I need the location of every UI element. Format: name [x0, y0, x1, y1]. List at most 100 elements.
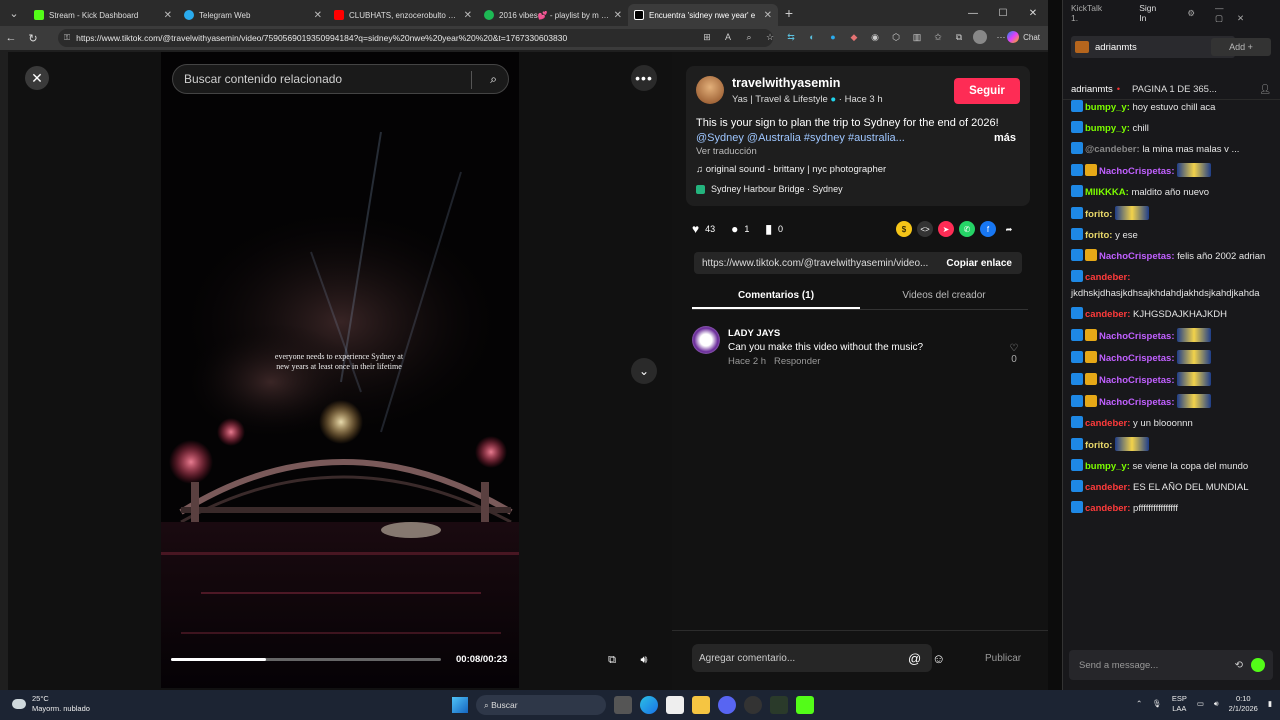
minimize-icon[interactable]: — — [958, 0, 988, 26]
favorites-bar-icon[interactable]: ✩ — [931, 30, 945, 44]
search-icon[interactable]: ⌕ — [490, 72, 497, 87]
more-icon[interactable]: ⋯ — [994, 30, 1008, 44]
close-icon[interactable]: ✕ — [164, 10, 172, 21]
chat-username[interactable]: @candeber: — [1085, 144, 1140, 155]
tab-telegram[interactable]: Telegram Web ✕ — [178, 4, 328, 26]
share-icon[interactable]: ➦ — [1001, 221, 1017, 237]
chat-username[interactable]: candeber: — [1085, 503, 1130, 514]
tab-list-button[interactable]: ⌄ — [0, 0, 28, 26]
copilot-chat-button[interactable]: Chat — [1007, 31, 1040, 43]
floating-player-icon[interactable]: ⧉ — [602, 650, 622, 670]
chat-username[interactable]: candeber: — [1085, 482, 1130, 493]
clock[interactable]: 0:10 2/1/2026 — [1229, 694, 1258, 714]
sign-in-button[interactable]: Sign In — [1139, 3, 1165, 23]
extension-icon[interactable]: ◉ — [868, 30, 882, 44]
chat-username[interactable]: NachoCrispetas: — [1099, 397, 1175, 408]
tab-kick[interactable]: Stream - Kick Dashboard ✕ — [28, 4, 178, 26]
url-field[interactable]: ⚿ https://www.tiktok.com/@travelwithyasem… — [58, 29, 773, 47]
extensions-icon[interactable]: ⬡ — [889, 30, 903, 44]
chat-username[interactable]: bumpy_y: — [1085, 461, 1130, 472]
related-search-input[interactable]: Buscar contenido relacionado ⌕ — [172, 64, 509, 94]
add-channel-button[interactable]: Add + — [1211, 38, 1271, 56]
like-button[interactable]: ♥ 43 — [692, 222, 715, 236]
chat-username[interactable]: candeber: — [1085, 272, 1130, 283]
back-icon[interactable]: ← — [0, 32, 22, 44]
window-controls[interactable]: —▢✕ — [1215, 3, 1280, 24]
app-icon[interactable] — [770, 696, 788, 714]
more-description-link[interactable]: más — [994, 132, 1016, 144]
chat-username[interactable]: bumpy_y: — [1085, 102, 1130, 113]
weather-widget[interactable]: 25°C Mayorm. nublado — [12, 694, 90, 714]
video-progress-bar[interactable] — [171, 658, 441, 661]
reply-link[interactable]: Responder — [774, 356, 820, 367]
translate-icon[interactable]: ⟲ — [1235, 660, 1243, 671]
task-view-icon[interactable] — [614, 696, 632, 714]
close-window-icon[interactable]: ✕ — [1018, 0, 1048, 26]
chat-username[interactable]: candeber: — [1085, 309, 1130, 320]
commenter-name[interactable]: LADY JAYS — [728, 328, 780, 339]
facebook-icon[interactable]: f — [980, 221, 996, 237]
store-icon[interactable] — [666, 696, 684, 714]
author-avatar[interactable] — [696, 76, 724, 104]
tab-creator-videos[interactable]: Videos del creador — [860, 284, 1028, 309]
chat-username[interactable]: forito: — [1085, 209, 1112, 220]
maximize-icon[interactable]: ☐ — [988, 0, 1018, 26]
follow-button[interactable]: Seguir — [954, 78, 1020, 104]
zoom-icon[interactable]: ⌕ — [742, 30, 756, 44]
taskbar-search[interactable]: ⌕ Buscar — [476, 695, 606, 715]
chat-username[interactable]: bumpy_y: — [1085, 123, 1130, 134]
edge-icon[interactable] — [640, 696, 658, 714]
close-icon[interactable]: ✕ — [314, 10, 322, 21]
chat-username[interactable]: forito: — [1085, 230, 1112, 241]
whatsapp-icon[interactable]: ✆ — [959, 221, 975, 237]
profile-icon[interactable] — [973, 30, 987, 44]
site-info-icon[interactable]: ⚿ — [64, 33, 70, 43]
tab-spotify[interactable]: 2016 vibes💕 - playlist by m | Spo ✕ — [478, 4, 628, 26]
extension-icon[interactable]: ◆ — [847, 30, 861, 44]
install-icon[interactable]: ⊞ — [700, 30, 714, 44]
chat-username[interactable]: NachoCrispetas: — [1099, 353, 1175, 364]
notification-icon[interactable]: ▮ — [1268, 699, 1272, 709]
chat-username[interactable]: MIIKKKA: — [1085, 187, 1129, 198]
language-indicator[interactable]: ESP LAA — [1172, 694, 1187, 714]
author-username[interactable]: travelwithyasemin — [732, 76, 840, 90]
embed-icon[interactable]: <> — [917, 221, 933, 237]
commenter-avatar[interactable] — [692, 326, 720, 354]
tab-youtube[interactable]: CLUBHATS, enzocerobulto & CLUB✕ — [328, 4, 478, 26]
extension-icon[interactable]: ⇆ — [784, 30, 798, 44]
copy-link-button[interactable]: Copiar enlace — [946, 258, 1012, 269]
tab-tiktok[interactable]: Encuentra 'sidney nwe year' e ✕ — [628, 4, 778, 26]
chat-username[interactable]: NachoCrispetas: — [1099, 166, 1175, 177]
next-video-button[interactable]: ⌄ — [631, 358, 657, 384]
folder-icon[interactable] — [692, 696, 710, 714]
reload-icon[interactable]: ↻ — [22, 32, 44, 45]
tab-comments[interactable]: Comentarios (1) — [692, 284, 860, 309]
discord-icon[interactable] — [718, 696, 736, 714]
close-icon[interactable]: ✕ — [614, 10, 622, 21]
comment-like-button[interactable]: ♡ 0 — [1006, 343, 1022, 365]
close-icon[interactable]: ✕ — [464, 10, 472, 21]
volume-icon[interactable]: 🔊︎ — [1214, 699, 1219, 709]
extension-icon[interactable]: ◐ — [805, 30, 819, 44]
tray-overflow-icon[interactable]: ⌃ — [1136, 699, 1142, 709]
location-link[interactable]: Sydney Harbour Bridge · Sydney — [696, 184, 843, 194]
kick-icon[interactable] — [796, 696, 814, 714]
new-tab-button[interactable]: + — [778, 5, 800, 21]
split-screen-icon[interactable]: ▥ — [910, 30, 924, 44]
send-icon[interactable]: ➤ — [938, 221, 954, 237]
save-button[interactable]: ▮ 0 — [765, 222, 783, 236]
close-video-button[interactable]: ✕ — [25, 66, 49, 90]
comment-button[interactable]: ● 1 — [731, 222, 749, 236]
chat-username[interactable]: NachoCrispetas: — [1099, 251, 1175, 262]
collections-icon[interactable]: ⧉ — [952, 30, 966, 44]
chat-username[interactable]: candeber: — [1085, 418, 1130, 429]
chat-username[interactable]: NachoCrispetas: — [1099, 375, 1175, 386]
extension-icon[interactable]: ● — [826, 30, 840, 44]
sound-link[interactable]: ♫ original sound - brittany | nyc photog… — [696, 164, 886, 175]
coin-icon[interactable]: $ — [896, 221, 912, 237]
publish-button[interactable]: Publicar — [985, 653, 1021, 664]
user-icon[interactable]: 👤︎ — [1259, 84, 1271, 95]
gear-icon[interactable]: ⚙ — [1187, 8, 1195, 19]
mention-icon[interactable]: @ — [908, 651, 921, 666]
chat-username[interactable]: forito: — [1085, 440, 1112, 451]
